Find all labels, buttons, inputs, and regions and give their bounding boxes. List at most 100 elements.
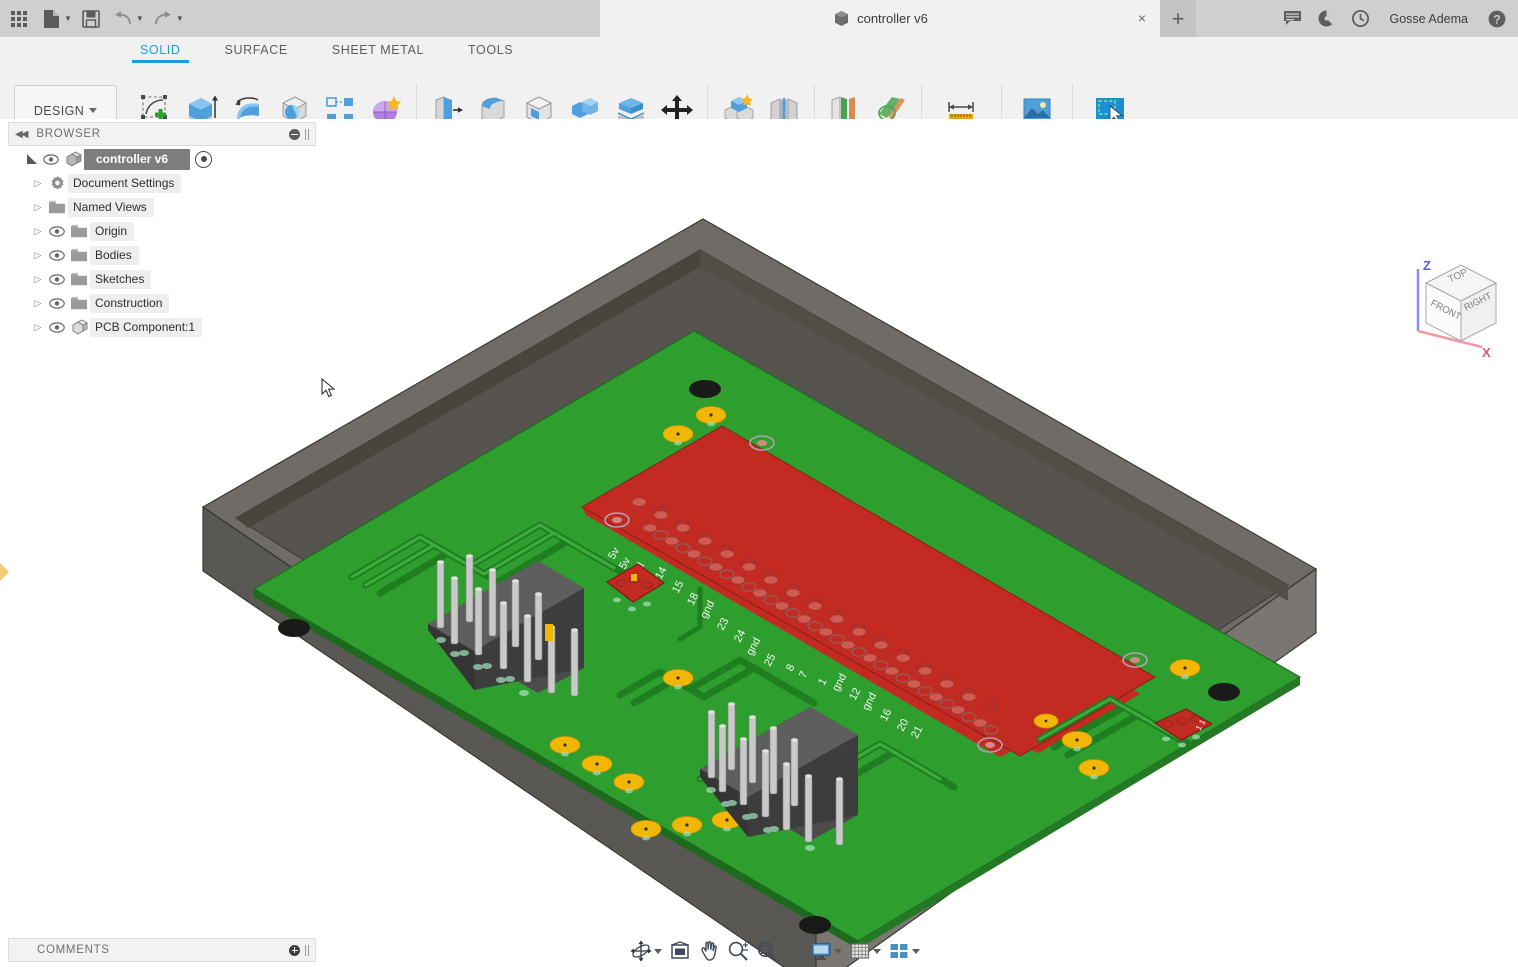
grid-icon <box>850 943 870 959</box>
document-tab[interactable]: controller v6 × <box>600 0 1160 37</box>
grid-snaps-button[interactable] <box>847 939 883 963</box>
tree-item-document-settings[interactable]: ▷ Document Settings <box>8 171 302 195</box>
hand-pan-icon <box>701 941 717 961</box>
expand-arrow-icon[interactable]: ▷ <box>30 226 46 237</box>
navigation-bar <box>628 938 922 964</box>
undo-chevron-down-icon[interactable]: ▼ <box>136 14 144 23</box>
mounting-hole <box>278 619 310 637</box>
help-icon[interactable]: ? <box>1482 4 1512 34</box>
notification-icon[interactable] <box>1311 4 1341 34</box>
mounting-hole <box>1208 683 1240 701</box>
tree-item-label: Document Settings <box>68 173 182 193</box>
fit-icon <box>757 941 777 961</box>
fusion360-window: ▼ ▼ ▼ controller v6 × + Gosse Adema ? SO… <box>0 0 1518 967</box>
viewports-button[interactable] <box>886 939 922 963</box>
chevron-down-icon <box>89 108 98 113</box>
expand-arrow-icon[interactable]: ▷ <box>30 250 46 261</box>
view-cube[interactable]: Z X TOP FRONT RIGHT <box>1398 253 1508 363</box>
look-at-icon <box>671 941 689 959</box>
tree-item-construction[interactable]: ▷ Construction <box>8 291 302 315</box>
new-tab-label: + <box>1171 5 1185 31</box>
document-tab-strip: controller v6 × + <box>600 0 1196 37</box>
tree-item-label: Sketches <box>90 269 152 289</box>
visibility-eye-icon[interactable] <box>46 273 68 285</box>
comments-title: COMMENTS <box>37 944 110 956</box>
zoom-icon <box>728 941 748 961</box>
component-icon <box>835 11 849 26</box>
tree-item-origin[interactable]: ▷ Origin <box>8 219 302 243</box>
panel-resize-gripper[interactable] <box>305 128 309 140</box>
visibility-eye-icon[interactable] <box>46 225 68 237</box>
redo-icon[interactable] <box>148 4 178 34</box>
visibility-eye-icon[interactable] <box>40 153 62 165</box>
comments-panel-header: COMMENTS <box>8 938 316 962</box>
x-axis-label: X <box>1482 345 1491 360</box>
tree-item-label: controller v6 <box>84 148 191 170</box>
user-name[interactable]: Gosse Adema <box>1379 12 1478 26</box>
workspace-switcher-label: DESIGN <box>33 103 85 118</box>
tab-surface[interactable]: SURFACE <box>203 37 310 61</box>
new-tab-button[interactable]: + <box>1160 0 1196 37</box>
expand-arrow-icon[interactable]: ▷ <box>30 298 46 309</box>
zoom-button[interactable] <box>725 939 751 963</box>
tab-tools-label: TOOLS <box>468 43 514 57</box>
recent-icon[interactable] <box>1345 4 1375 34</box>
redo-chevron-down-icon[interactable]: ▼ <box>176 14 184 23</box>
minus-circle-icon[interactable] <box>289 128 300 140</box>
tab-surface-label: SURFACE <box>224 43 288 57</box>
comment-icon[interactable] <box>1277 4 1307 34</box>
activate-component-icon[interactable] <box>195 150 213 168</box>
orbit-button[interactable] <box>628 939 664 963</box>
expand-arrow-icon[interactable]: ▷ <box>30 178 46 189</box>
expand-arrow-icon[interactable]: ▷ <box>30 274 46 285</box>
expand-arrow-icon[interactable]: ▷ <box>30 202 46 213</box>
chevron-down-icon <box>654 948 662 954</box>
save-icon[interactable] <box>76 4 106 34</box>
component-icon <box>62 150 84 168</box>
visibility-eye-icon[interactable] <box>46 297 68 309</box>
tree-item-label: Origin <box>90 221 135 241</box>
monitor-icon <box>811 942 831 960</box>
file-icon[interactable] <box>36 4 66 34</box>
mounting-hole <box>689 380 721 398</box>
app-grid-icon[interactable] <box>4 4 34 34</box>
close-icon[interactable]: × <box>1138 11 1146 25</box>
ribbon: SOLID SURFACE SHEET METAL TOOLS DESIGN <box>0 37 1518 154</box>
tree-item-named-views[interactable]: ▷ Named Views <box>8 195 302 219</box>
collapse-icon[interactable]: ◀◀ <box>15 129 28 140</box>
display-settings-button[interactable] <box>808 939 844 963</box>
chevron-down-icon <box>912 948 920 954</box>
visibility-eye-icon[interactable] <box>46 321 68 333</box>
comments-resize-gripper[interactable] <box>305 944 309 956</box>
zoom-window-button[interactable] <box>754 939 790 963</box>
folder-icon <box>46 200 68 215</box>
workspace-tabs: SOLID SURFACE SHEET METAL TOOLS <box>118 37 535 63</box>
tab-tools[interactable]: TOOLS <box>446 37 535 61</box>
tab-sheet-metal[interactable]: SHEET METAL <box>310 37 446 61</box>
document-tab-label: controller v6 <box>857 11 928 26</box>
chevron-down-icon <box>834 948 842 954</box>
tree-item-controller-v6[interactable]: controller v6 <box>8 147 302 171</box>
file-chevron-down-icon[interactable]: ▼ <box>64 14 72 23</box>
browser-tree: controller v6 ▷ Document Settings ▷ Name… <box>8 147 302 339</box>
tab-sheet-metal-label: SHEET METAL <box>331 43 425 57</box>
tree-item-label: PCB Component:1 <box>90 317 203 337</box>
tab-solid[interactable]: SOLID <box>118 37 203 63</box>
undo-icon[interactable] <box>108 4 138 34</box>
folder-icon <box>68 272 90 287</box>
tree-item-bodies[interactable]: ▷ Bodies <box>8 243 302 267</box>
add-comment-icon[interactable] <box>289 944 300 956</box>
z-axis-label: Z <box>1423 258 1431 273</box>
tree-item-pcb-component[interactable]: ▷ PCB Component:1 <box>8 315 302 339</box>
expand-arrow-icon[interactable] <box>26 153 40 165</box>
look-at-button[interactable] <box>667 939 693 963</box>
folder-icon <box>68 248 90 263</box>
pan-button[interactable] <box>696 939 722 963</box>
tree-item-label: Construction <box>90 293 170 313</box>
viewports-icon <box>890 944 908 958</box>
visibility-eye-icon[interactable] <box>46 249 68 261</box>
expand-arrow-icon[interactable]: ▷ <box>30 322 46 333</box>
orbit-icon <box>630 940 652 962</box>
folder-icon <box>68 224 90 239</box>
tree-item-sketches[interactable]: ▷ Sketches <box>8 267 302 291</box>
